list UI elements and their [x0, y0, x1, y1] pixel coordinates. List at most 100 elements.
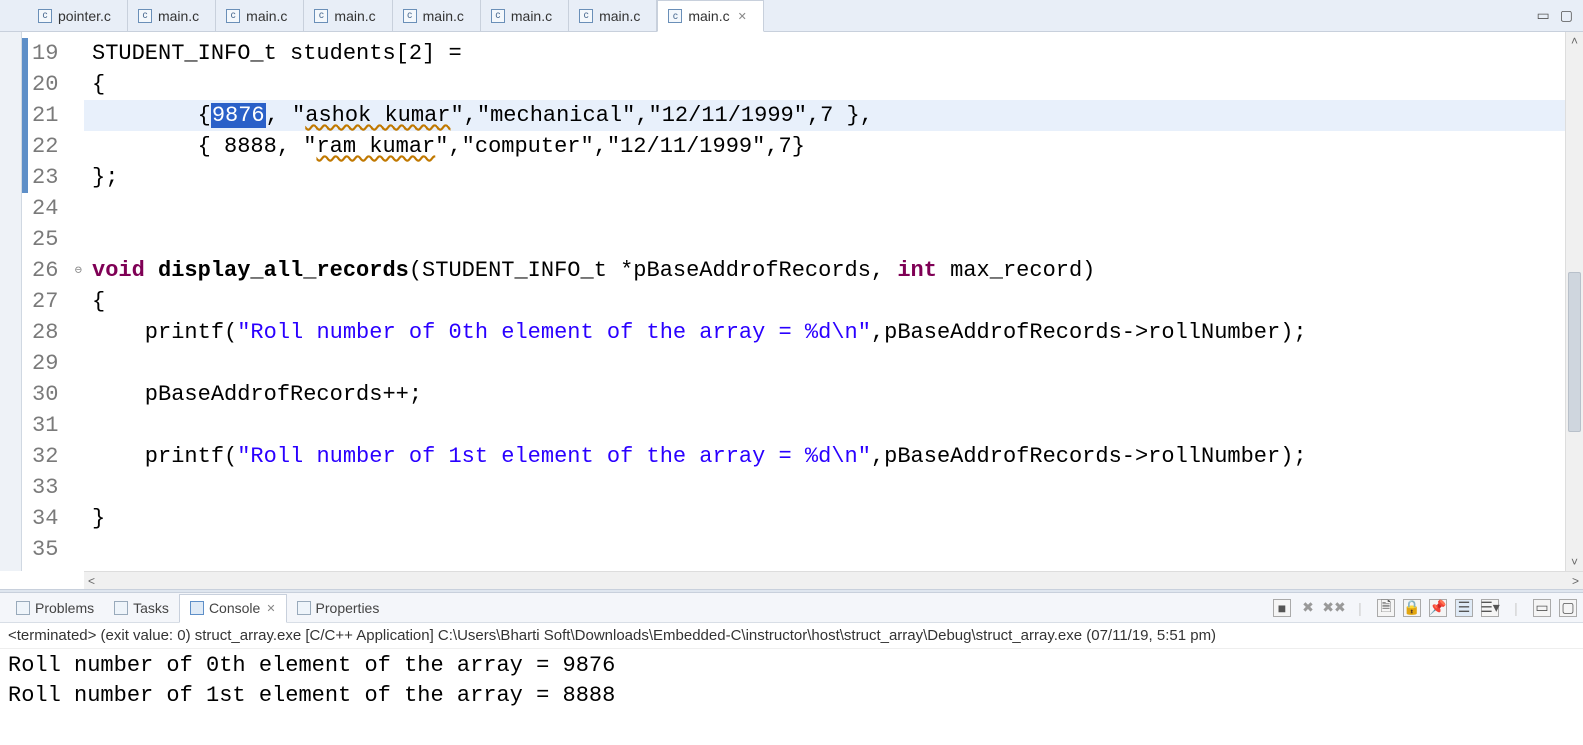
tab-label: main.c	[599, 8, 640, 24]
console-process-label: <terminated> (exit value: 0) struct_arra…	[0, 623, 1583, 649]
code-line: {9876, "ashok kumar","mechanical","12/11…	[84, 100, 1565, 131]
tab-label: main.c	[688, 8, 729, 24]
c-file-icon: c	[491, 9, 505, 23]
pin-console-icon[interactable]: 📌	[1429, 599, 1447, 617]
clear-console-icon[interactable]: 🗎	[1377, 599, 1395, 617]
c-file-icon: c	[38, 9, 52, 23]
line-number: 30	[22, 379, 84, 410]
remove-all-terminated-icon[interactable]: ✖✖	[1325, 599, 1343, 617]
close-icon[interactable]: ✕	[266, 602, 275, 615]
console-line: Roll number of 0th element of the array …	[8, 651, 1575, 681]
scroll-right-icon[interactable]: ˃	[1572, 574, 1579, 588]
fold-toggle-icon[interactable]: ⊖	[75, 255, 82, 286]
editor-left-margin	[0, 32, 22, 571]
tab-label: pointer.c	[58, 8, 111, 24]
c-file-icon: c	[668, 9, 682, 23]
code-line	[84, 224, 1565, 255]
code-line: printf("Roll number of 0th element of th…	[84, 317, 1565, 348]
line-number: 32	[22, 441, 84, 472]
editor-area: 19 20 21 22 23 24 25 26⊖ 27 28 29 30 31 …	[0, 32, 1583, 571]
tab-label: main.c	[246, 8, 287, 24]
scroll-left-icon[interactable]: ˂	[88, 574, 95, 588]
c-file-icon: c	[138, 9, 152, 23]
bottom-panel: Problems Tasks Console✕ Properties ■ ✖ ✖…	[0, 593, 1583, 745]
line-number: 24	[22, 193, 84, 224]
code-line: }	[84, 503, 1565, 534]
tab-label: main.c	[158, 8, 199, 24]
line-number: 35	[22, 534, 84, 565]
line-number: 29	[22, 348, 84, 379]
open-console-icon[interactable]: ☰▾	[1481, 599, 1499, 617]
code-line: {	[84, 286, 1565, 317]
tab-properties[interactable]: Properties	[287, 593, 390, 622]
tab-main-c-3[interactable]: c main.c	[304, 0, 392, 31]
tab-main-c-active[interactable]: c main.c ✕	[657, 0, 763, 32]
tab-pointer-c[interactable]: c pointer.c	[28, 0, 128, 31]
line-number: 33	[22, 472, 84, 503]
console-icon	[190, 601, 204, 615]
remove-terminated-icon[interactable]: ✖	[1299, 599, 1317, 617]
tab-console[interactable]: Console✕	[179, 594, 287, 623]
text-selection: 9876	[211, 103, 266, 128]
code-line	[84, 193, 1565, 224]
code-line	[84, 410, 1565, 441]
code-line: {	[84, 69, 1565, 100]
vertical-scrollbar[interactable]: ˄ ˅	[1565, 32, 1583, 571]
code-line: { 8888, "ram kumar","computer","12/11/19…	[84, 131, 1565, 162]
line-number: 31	[22, 410, 84, 441]
maximize-icon[interactable]: ▢	[1560, 7, 1573, 24]
line-number: 25	[22, 224, 84, 255]
tab-main-c-2[interactable]: c main.c	[216, 0, 304, 31]
scroll-down-icon[interactable]: ˅	[1566, 555, 1583, 569]
tab-main-c-6[interactable]: c main.c	[569, 0, 657, 31]
close-icon[interactable]: ✕	[738, 10, 747, 23]
console-output[interactable]: Roll number of 0th element of the array …	[0, 649, 1583, 745]
code-line: printf("Roll number of 1st element of th…	[84, 441, 1565, 472]
horizontal-scrollbar[interactable]: ˂ ˃	[84, 571, 1583, 589]
code-editor[interactable]: STUDENT_INFO_t students[2] = { {9876, "a…	[84, 32, 1565, 571]
tab-label: main.c	[423, 8, 464, 24]
line-number: 22	[22, 131, 84, 162]
code-line	[84, 348, 1565, 379]
code-line	[84, 534, 1565, 565]
tab-main-c-4[interactable]: c main.c	[393, 0, 481, 31]
line-number: 19	[22, 38, 84, 69]
c-file-icon: c	[226, 9, 240, 23]
code-line	[84, 472, 1565, 503]
code-line: void display_all_records(STUDENT_INFO_t …	[84, 255, 1565, 286]
line-number: 23	[22, 162, 84, 193]
console-line: Roll number of 1st element of the array …	[8, 681, 1575, 711]
line-number: 26⊖	[22, 255, 84, 286]
terminate-icon[interactable]: ■	[1273, 599, 1291, 617]
tasks-icon	[114, 601, 128, 615]
tab-main-c-5[interactable]: c main.c	[481, 0, 569, 31]
line-number: 20	[22, 69, 84, 100]
scroll-up-icon[interactable]: ˄	[1566, 34, 1583, 48]
scroll-lock-icon[interactable]: 🔒	[1403, 599, 1421, 617]
bottom-tab-bar: Problems Tasks Console✕ Properties ■ ✖ ✖…	[0, 593, 1583, 623]
code-line: pBaseAddrofRecords++;	[84, 379, 1565, 410]
line-number: 27	[22, 286, 84, 317]
tab-label: main.c	[511, 8, 552, 24]
minimize-icon[interactable]: ▭	[1537, 7, 1550, 24]
scrollbar-thumb[interactable]	[1568, 272, 1581, 432]
line-number-gutter: 19 20 21 22 23 24 25 26⊖ 27 28 29 30 31 …	[22, 32, 84, 571]
c-file-icon: c	[314, 9, 328, 23]
c-file-icon: c	[579, 9, 593, 23]
tab-tasks[interactable]: Tasks	[104, 593, 179, 622]
code-line: };	[84, 162, 1565, 193]
problems-icon	[16, 601, 30, 615]
tab-main-c-1[interactable]: c main.c	[128, 0, 216, 31]
code-line: STUDENT_INFO_t students[2] =	[84, 38, 1565, 69]
line-number: 34	[22, 503, 84, 534]
line-number: 21	[22, 100, 84, 131]
tab-toolbar: ▭ ▢	[1537, 0, 1583, 31]
maximize-panel-icon[interactable]: ▢	[1559, 599, 1577, 617]
tab-label: main.c	[334, 8, 375, 24]
editor-tab-bar: cpointer.c cmain.c cmain.c cmain.c cmain…	[0, 0, 1583, 32]
display-selected-icon[interactable]: ☰	[1455, 599, 1473, 617]
c-file-icon: c	[403, 9, 417, 23]
line-number: 28	[22, 317, 84, 348]
tab-problems[interactable]: Problems	[6, 593, 104, 622]
minimize-panel-icon[interactable]: ▭	[1533, 599, 1551, 617]
